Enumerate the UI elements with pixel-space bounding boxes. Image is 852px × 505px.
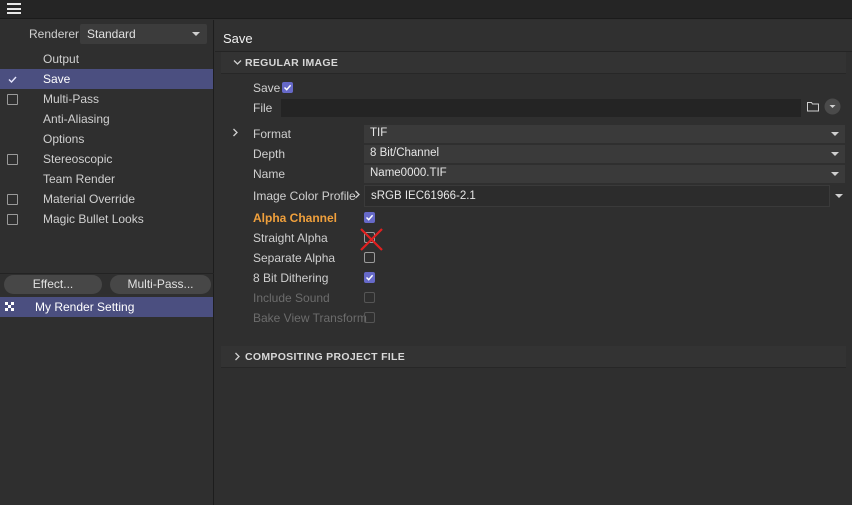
render-item-team-render[interactable]: Team Render: [0, 169, 213, 189]
render-item-label: Options: [43, 132, 85, 146]
depth-dropdown[interactable]: 8 Bit/Channel: [364, 145, 845, 163]
name-label: Name: [253, 167, 286, 181]
check-icon: [283, 84, 292, 91]
alpha-channel-checkbox[interactable]: [364, 212, 375, 223]
chevron-down-icon: [192, 32, 200, 36]
render-item-label: Material Override: [43, 192, 136, 206]
render-item-output[interactable]: Output: [0, 49, 213, 69]
chevron-down-icon: [831, 132, 839, 136]
render-item-checkbox[interactable]: [7, 214, 18, 225]
chevron-down-icon: [831, 152, 839, 156]
name-dropdown[interactable]: Name0000.TIF: [364, 165, 845, 183]
render-item-checkbox[interactable]: [7, 194, 18, 205]
chevron-down-icon: [831, 172, 839, 176]
render-setting-label: My Render Setting: [35, 300, 135, 314]
section-regular-label: REGULAR IMAGE: [245, 57, 339, 69]
include-sound-label: Include Sound: [253, 291, 330, 305]
render-item-checkbox[interactable]: [7, 74, 18, 85]
dithering-checkbox[interactable]: [364, 272, 375, 283]
render-item-label: Team Render: [43, 172, 116, 186]
bake-view-checkbox: [364, 312, 375, 323]
bake-view-label: Bake View Transform: [253, 311, 367, 325]
render-item-checkbox[interactable]: [7, 94, 18, 105]
menu-icon[interactable]: [7, 3, 21, 14]
render-setting-icon: [5, 302, 14, 311]
section-regular-image[interactable]: REGULAR IMAGE: [221, 52, 846, 74]
check-icon: [8, 76, 17, 84]
render-item-label: Multi-Pass: [43, 92, 100, 106]
render-item-multi-pass[interactable]: Multi-Pass: [0, 89, 213, 109]
effect-button[interactable]: Effect...: [4, 275, 102, 294]
alpha-channel-label: Alpha Channel: [253, 211, 338, 225]
render-item-label: Stereoscopic: [43, 152, 113, 166]
renderer-row: Renderer Standard: [0, 24, 214, 44]
render-settings-sidebar: Renderer Standard Output Save Multi-Pass An…: [0, 20, 214, 505]
straight-alpha-label: Straight Alpha: [253, 231, 328, 245]
dithering-label: 8 Bit Dithering: [253, 271, 329, 285]
render-item-label: Save: [43, 72, 71, 86]
chevron-right-icon: [235, 352, 240, 361]
renderer-label: Renderer: [29, 27, 80, 41]
format-value: TIF: [370, 127, 388, 139]
sidebar-button-row: Effect... Multi-Pass...: [0, 273, 214, 295]
section-compositing-label: COMPOSITING PROJECT FILE: [245, 351, 406, 363]
color-profile-field[interactable]: sRGB IEC61966-2.1: [364, 185, 830, 207]
depth-label: Depth: [253, 147, 286, 161]
check-icon: [365, 274, 374, 281]
format-dropdown[interactable]: TIF: [364, 125, 845, 143]
include-sound-checkbox: [364, 292, 375, 303]
render-setting-item[interactable]: My Render Setting: [0, 297, 213, 317]
render-item-checkbox[interactable]: [7, 154, 18, 165]
render-item-label: Magic Bullet Looks: [43, 212, 144, 226]
save-settings-panel: Save REGULAR IMAGE Save File Format TIF …: [215, 20, 852, 505]
render-item-save[interactable]: Save: [0, 69, 213, 89]
save-label: Save: [253, 81, 281, 95]
separate-alpha-label: Separate Alpha: [253, 251, 336, 265]
check-icon: [365, 214, 374, 221]
top-toolbar: [0, 0, 852, 19]
cross-marker-icon: [360, 228, 383, 251]
render-item-stereoscopic[interactable]: Stereoscopic: [0, 149, 213, 169]
multipass-button[interactable]: Multi-Pass...: [110, 275, 211, 294]
panel-title: Save: [223, 31, 253, 46]
dropdown-circle-icon[interactable]: [824, 98, 841, 115]
render-item-material-override[interactable]: Material Override: [0, 189, 213, 209]
name-value: Name0000.TIF: [370, 167, 447, 179]
file-label: File: [253, 101, 273, 115]
panel-title-bar: Save: [215, 20, 852, 52]
color-profile-label: Image Color Profile: [253, 189, 356, 203]
render-item-label: Output: [43, 52, 80, 66]
renderer-dropdown[interactable]: Standard: [80, 24, 207, 44]
save-checkbox[interactable]: [282, 82, 293, 93]
render-item-anti-aliasing[interactable]: Anti-Aliasing: [0, 109, 213, 129]
separate-alpha-checkbox[interactable]: [364, 252, 375, 263]
chevron-down-icon[interactable]: [835, 194, 843, 198]
chevron-down-icon: [233, 60, 242, 65]
folder-icon[interactable]: [807, 101, 819, 112]
format-label: Format: [253, 127, 292, 141]
renderer-value: Standard: [87, 27, 136, 41]
section-compositing[interactable]: COMPOSITING PROJECT FILE: [221, 346, 846, 368]
chevron-right-icon[interactable]: [232, 128, 239, 137]
render-items-list: Output Save Multi-Pass Anti-Aliasing Options…: [0, 49, 213, 229]
render-item-magic-bullet-looks[interactable]: Magic Bullet Looks: [0, 209, 213, 229]
file-path-input[interactable]: [281, 99, 801, 117]
render-item-label: Anti-Aliasing: [43, 112, 110, 126]
chevron-right-icon[interactable]: [354, 190, 361, 199]
render-item-options[interactable]: Options: [0, 129, 213, 149]
depth-value: 8 Bit/Channel: [370, 147, 440, 159]
color-profile-value: sRGB IEC61966-2.1: [371, 190, 476, 202]
